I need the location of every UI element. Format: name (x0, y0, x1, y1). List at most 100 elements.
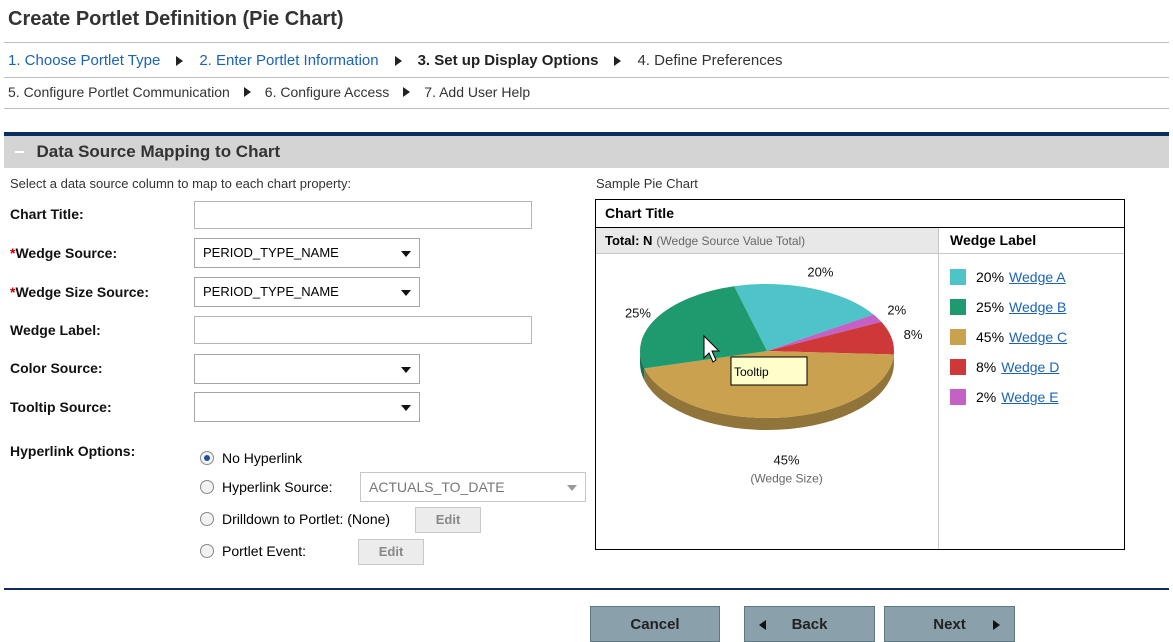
wedge-source-select[interactable]: PERIOD_TYPE_NAME (194, 238, 420, 268)
radio-button[interactable] (200, 544, 214, 558)
hyperlink-options-label: Hyperlink Options: (10, 443, 136, 459)
color-source-select[interactable] (194, 354, 420, 384)
wedge-source-label: *Wedge Source: (10, 245, 117, 261)
sample-pie-chart: Chart Title Total: N (Wedge Source Value … (595, 199, 1125, 550)
page-title: Create Portlet Definition (Pie Chart) (8, 8, 344, 30)
hyperlink-source-select: ACTUALS_TO_DATE (360, 472, 586, 502)
color-source-label: Color Source: (10, 360, 103, 376)
total-hint: (Wedge Source Value Total) (656, 234, 806, 248)
portlet-event-edit-button: Edit (358, 539, 424, 565)
legend-link[interactable]: Wedge D (1001, 359, 1059, 375)
radio-button[interactable] (200, 512, 214, 526)
legend-link[interactable]: Wedge C (1009, 329, 1067, 345)
step-configure-access: 6. Configure Access (264, 84, 390, 100)
step-arrow-icon (176, 55, 184, 66)
wedge-size-source-select[interactable]: PERIOD_TYPE_NAME (194, 277, 420, 307)
back-button[interactable]: Back (744, 606, 875, 642)
wizard-steps-row-2: 5. Configure Portlet Communication 6. Co… (8, 84, 530, 100)
back-arrow-icon (759, 620, 766, 630)
wizard-steps-row-1: 1. Choose Portlet Type 2. Enter Portlet … (8, 52, 783, 69)
pie-percent-label: 8% (904, 327, 923, 342)
legend-swatch (950, 329, 966, 345)
cancel-button-label: Cancel (630, 615, 680, 633)
footer-divider (4, 588, 1169, 590)
legend-link[interactable]: Wedge E (1001, 389, 1058, 405)
step-arrow-icon (403, 87, 411, 97)
pie-area: 20% 2% 8% 45% (Wedge Size) 25% Tooltip (596, 254, 938, 549)
chevron-down-icon (401, 290, 411, 296)
legend-swatch (950, 389, 966, 405)
step-define-preferences: 4. Define Preferences (637, 52, 783, 69)
sample-chart-total: Total: N (Wedge Source Value Total) (596, 228, 938, 254)
legend-percent: 45% (976, 329, 1005, 345)
legend-item: 20% Wedge A (950, 262, 1067, 292)
radio-hyperlink-source-label: Hyperlink Source: (222, 479, 333, 495)
radio-drilldown-label: Drilldown to Portlet: (None) (222, 511, 391, 527)
chevron-down-icon (401, 251, 411, 257)
step-choose-portlet-type[interactable]: 1. Choose Portlet Type (8, 52, 160, 69)
legend-percent: 8% (976, 359, 997, 375)
radio-no-hyperlink-label: No Hyperlink (222, 450, 303, 466)
legend-swatch (950, 269, 966, 285)
chevron-down-icon (567, 485, 577, 491)
back-button-label: Back (791, 615, 828, 633)
wedge-label-label: Wedge Label: (10, 322, 101, 338)
radio-portlet-event-label: Portlet Event: (222, 543, 307, 559)
radio-drilldown[interactable]: Drilldown to Portlet: (None) (200, 511, 390, 527)
step-arrow-icon (394, 55, 402, 66)
radio-hyperlink-source[interactable]: Hyperlink Source: (200, 479, 333, 495)
radio-button[interactable] (200, 480, 214, 494)
radio-button[interactable] (200, 451, 214, 465)
tooltip-source-select[interactable] (194, 392, 420, 422)
section-header: − Data Source Mapping to Chart (4, 136, 1169, 168)
step-arrow-icon (614, 55, 622, 66)
step-enter-portlet-information[interactable]: 2. Enter Portlet Information (199, 52, 378, 69)
legend-swatch (950, 359, 966, 375)
wedge-size-caption: (Wedge Size) (750, 472, 822, 486)
section-title: Data Source Mapping to Chart (36, 142, 281, 161)
chevron-down-icon (401, 367, 411, 373)
chart-divider (938, 228, 939, 549)
next-button[interactable]: Next (884, 606, 1015, 642)
legend-percent: 25% (976, 299, 1005, 315)
next-arrow-icon (993, 620, 1000, 630)
mapping-instruction: Select a data source column to map to ea… (10, 176, 352, 191)
legend-percent: 2% (976, 389, 997, 405)
pie-percent-label: 45% (774, 453, 800, 468)
step-configure-portlet-communication: 5. Configure Portlet Communication (8, 84, 230, 100)
wedge-size-source-value: PERIOD_TYPE_NAME (203, 284, 339, 299)
hyperlink-source-value: ACTUALS_TO_DATE (369, 479, 505, 495)
pie-chart: 20% 2% 8% 45% (Wedge Size) 25% Tooltip (625, 265, 923, 486)
step-add-user-help: 7. Add User Help (424, 84, 531, 100)
pie-percent-label: 2% (887, 302, 906, 317)
radio-portlet-event[interactable]: Portlet Event: (200, 543, 306, 559)
drilldown-edit-button: Edit (415, 507, 481, 533)
pie-percent-label: 25% (625, 306, 651, 321)
legend-item: 2% Wedge E (950, 382, 1067, 412)
legend-header: Wedge Label (938, 228, 1124, 254)
step-set-up-display-options: 3. Set up Display Options (417, 52, 599, 69)
legend-item: 8% Wedge D (950, 352, 1067, 382)
sample-chart-title: Chart Title (596, 200, 1124, 228)
collapse-icon[interactable]: − (14, 142, 25, 163)
tooltip-source-label: Tooltip Source: (10, 399, 112, 415)
sample-tooltip: Tooltip (730, 356, 808, 386)
legend-percent: 20% (976, 269, 1005, 285)
cancel-button[interactable]: Cancel (590, 606, 720, 642)
pie-percent-label: 20% (807, 265, 833, 280)
sample-chart-label: Sample Pie Chart (596, 176, 698, 191)
wedge-size-source-label-text: Wedge Size Source: (15, 284, 150, 300)
legend-item: 25% Wedge B (950, 292, 1067, 322)
legend-item: 45% Wedge C (950, 322, 1067, 352)
step-arrow-icon (243, 87, 251, 97)
chart-title-input[interactable] (194, 201, 532, 229)
legend-link[interactable]: Wedge B (1009, 299, 1066, 315)
wedge-label-input[interactable] (194, 316, 532, 344)
wedge-size-source-label: *Wedge Size Source: (10, 284, 149, 300)
wedge-source-value: PERIOD_TYPE_NAME (203, 245, 339, 260)
legend-link[interactable]: Wedge A (1009, 269, 1066, 285)
total-label: Total: N (605, 233, 653, 248)
radio-no-hyperlink[interactable]: No Hyperlink (200, 450, 302, 466)
chevron-down-icon (401, 405, 411, 411)
steps-divider (4, 108, 1169, 109)
